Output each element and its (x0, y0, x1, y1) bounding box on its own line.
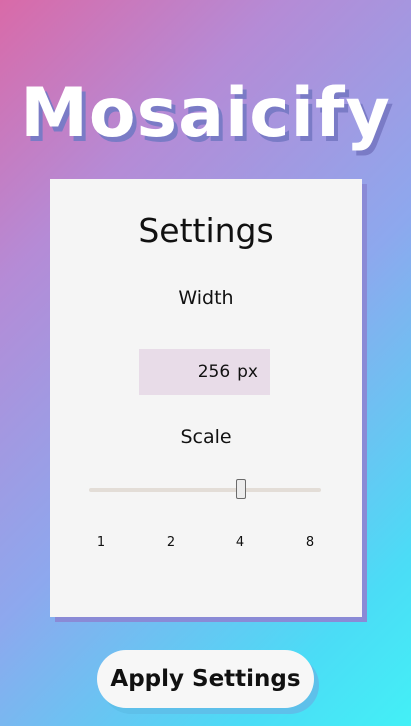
scale-tick-2: 2 (166, 535, 176, 550)
scale-tick-1: 1 (96, 535, 106, 550)
scale-slider-thumb[interactable] (236, 479, 246, 499)
scale-label: Scale (180, 426, 232, 448)
scale-tick-8: 8 (305, 535, 315, 550)
settings-card: Settings Width 256 px Scale 1 2 4 8 (50, 179, 362, 617)
app-title: Mosaicify (20, 74, 391, 153)
width-label: Width (178, 287, 234, 309)
settings-title: Settings (138, 211, 274, 250)
apply-settings-button[interactable]: Apply Settings (97, 650, 314, 708)
width-unit: px (237, 362, 258, 382)
scale-tick-4: 4 (235, 535, 245, 550)
width-input[interactable]: 256 px (139, 349, 270, 395)
width-value: 256 (197, 362, 231, 382)
scale-slider-track[interactable] (89, 488, 321, 492)
